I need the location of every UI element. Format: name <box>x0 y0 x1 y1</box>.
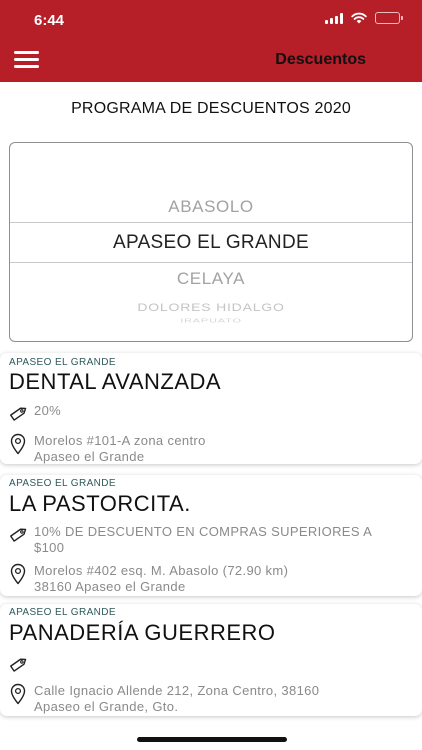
business-card[interactable]: APASEO EL GRANDE PANADERÍA GUERRERO Call… <box>0 604 422 716</box>
app-header: 6:44 Descuentos <box>0 0 422 82</box>
page-title: Descuentos <box>275 51 366 68</box>
business-card[interactable]: APASEO EL GRANDE DENTAL AVANZADA 20% Mor… <box>0 353 422 464</box>
menu-button[interactable] <box>14 51 39 69</box>
picker-option-selected[interactable]: APASEO EL GRANDE <box>10 232 412 254</box>
picker-option[interactable]: CELAYA <box>10 269 412 289</box>
program-title: PROGRAMA DE DESCUENTOS 2020 <box>71 100 351 117</box>
map-pin-icon <box>9 433 34 465</box>
address-line: Calle Ignacio Allende 212, Zona Centro, … <box>34 683 320 698</box>
address-line: Morelos #402 esq. M. Abasolo (72.90 km) <box>34 563 289 578</box>
discount-text: 20% <box>34 403 62 418</box>
address-row: Morelos #101-A zona centro Apaseo el Gra… <box>9 433 412 465</box>
price-tag-icon <box>9 403 34 428</box>
status-icons <box>325 12 403 24</box>
address-line: 38160 Apaseo el Grande <box>34 579 186 594</box>
discount-text: 10% DE DESCUENTO EN COMPRAS SUPERIORES A… <box>34 524 372 556</box>
discount-row: 10% DE DESCUENTO EN COMPRAS SUPERIORES A… <box>9 524 412 556</box>
hamburger-icon <box>14 51 39 54</box>
city-picker[interactable]: ABASOLO APASEO EL GRANDE CELAYA DOLORES … <box>9 142 413 342</box>
map-pin-icon <box>9 563 34 595</box>
cellular-signal-icon <box>325 12 343 24</box>
address-text: Morelos #101-A zona centro Apaseo el Gra… <box>34 433 206 465</box>
business-name: PANADERÍA GUERRERO <box>9 620 276 645</box>
business-card[interactable]: APASEO EL GRANDE LA PASTORCITA. 10% DE D… <box>0 475 422 596</box>
discount-row: 20% <box>9 403 412 428</box>
picker-selection-top-line <box>10 222 412 223</box>
card-city: APASEO EL GRANDE <box>9 478 116 489</box>
picker-option[interactable]: ABASOLO <box>10 197 412 217</box>
price-tag-icon <box>9 654 34 679</box>
address-text: Calle Ignacio Allende 212, Zona Centro, … <box>34 683 319 715</box>
picker-selection-bottom-line <box>10 262 412 263</box>
picker-option[interactable]: DOLORES HIDALGO <box>10 301 412 314</box>
card-city: APASEO EL GRANDE <box>9 357 116 368</box>
discount-line: $100 <box>34 540 65 555</box>
picker-option[interactable]: IRAPUATO <box>10 318 412 324</box>
address-line: Apaseo el Grande, Gto. <box>34 699 179 714</box>
price-tag-icon <box>9 524 34 556</box>
address-row: Morelos #402 esq. M. Abasolo (72.90 km) … <box>9 563 412 595</box>
status-time: 6:44 <box>34 12 65 29</box>
battery-icon <box>375 12 403 24</box>
wifi-icon <box>351 12 367 24</box>
address-row: Calle Ignacio Allende 212, Zona Centro, … <box>9 683 412 715</box>
home-indicator[interactable] <box>137 737 287 742</box>
business-name: DENTAL AVANZADA <box>9 369 222 394</box>
address-line: Apaseo el Grande <box>34 449 145 464</box>
discount-line: 10% DE DESCUENTO EN COMPRAS SUPERIORES A <box>34 524 373 539</box>
discount-row <box>9 654 412 679</box>
business-name: LA PASTORCITA. <box>9 491 191 516</box>
map-pin-icon <box>9 683 34 715</box>
address-text: Morelos #402 esq. M. Abasolo (72.90 km) … <box>34 563 288 595</box>
card-city: APASEO EL GRANDE <box>9 607 116 618</box>
address-line: Morelos #101-A zona centro <box>34 433 206 448</box>
